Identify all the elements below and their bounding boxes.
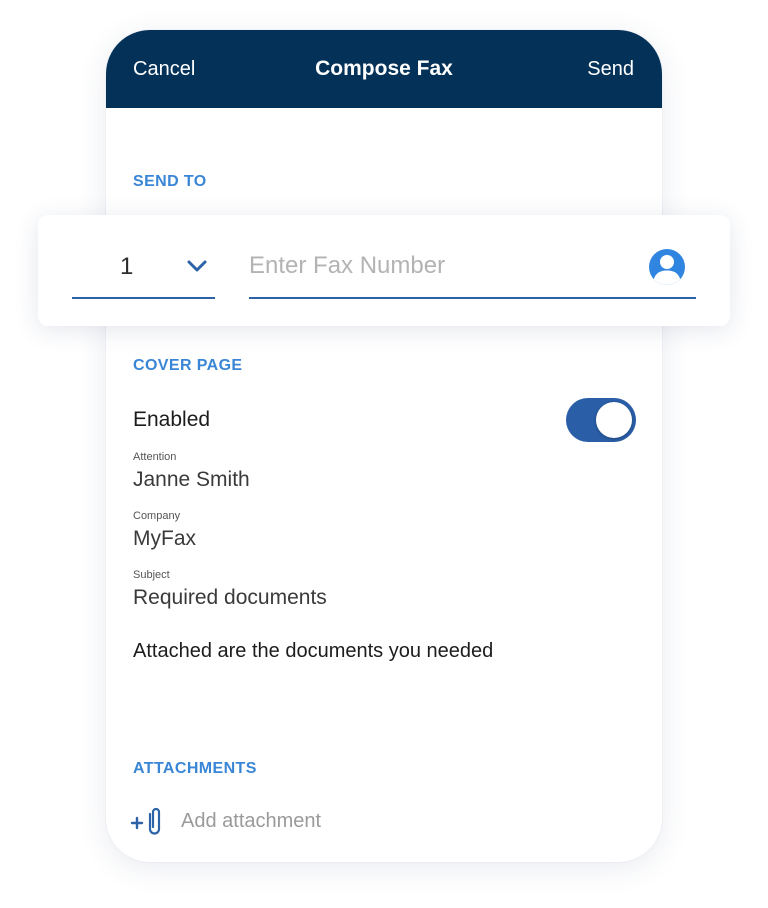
- fax-number-card: 1: [38, 215, 730, 326]
- attention-field[interactable]: Janne Smith: [133, 468, 250, 492]
- cover-page-toggle[interactable]: [566, 398, 636, 442]
- attention-caption: Attention: [133, 451, 177, 463]
- nav-bar: Cancel Compose Fax Send: [106, 30, 662, 108]
- add-attachment-label: Add attachment: [181, 810, 322, 832]
- send-to-label: SEND TO: [133, 173, 207, 190]
- company-caption: Company: [133, 510, 181, 522]
- cover-page-label: COVER PAGE: [133, 357, 243, 374]
- subject-field[interactable]: Required documents: [133, 586, 327, 610]
- fax-number-input[interactable]: [249, 249, 696, 299]
- toggle-knob: [596, 402, 632, 438]
- compose-fax-screen: Cancel Compose Fax Send SEND TO COVER PA…: [106, 30, 662, 862]
- paperclip-plus-icon: [130, 807, 161, 835]
- person-circle-icon[interactable]: [646, 246, 688, 288]
- message-field[interactable]: Attached are the documents you needed: [133, 640, 493, 663]
- cover-enabled-label: Enabled: [133, 408, 211, 431]
- subject-caption: Subject: [133, 569, 170, 581]
- country-code-value: 1: [120, 253, 134, 280]
- chevron-down-icon: [187, 260, 207, 272]
- send-button[interactable]: Send: [587, 58, 634, 81]
- company-field[interactable]: MyFax: [133, 527, 196, 551]
- page-title: Compose Fax: [315, 57, 453, 80]
- attachments-label: ATTACHMENTS: [133, 760, 257, 777]
- add-attachment-button[interactable]: Add attachment: [130, 805, 430, 837]
- country-code-dropdown[interactable]: 1: [72, 249, 215, 299]
